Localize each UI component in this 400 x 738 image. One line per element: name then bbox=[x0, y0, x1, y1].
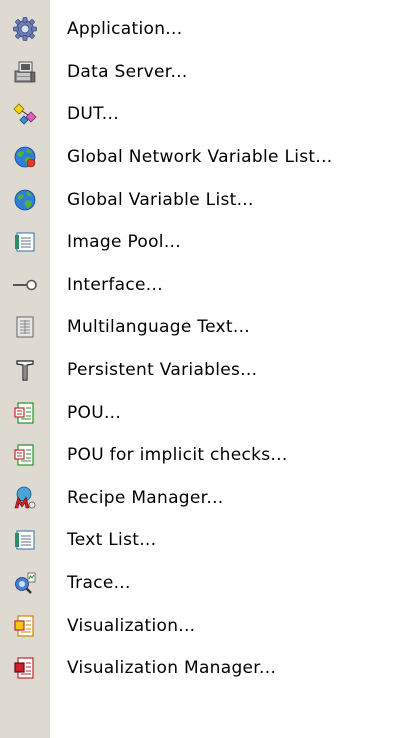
menu-item-label: Global Variable List... bbox=[67, 189, 254, 210]
text-list-icon bbox=[12, 527, 38, 553]
menu-item-label: DUT... bbox=[67, 104, 119, 125]
menu-item-label: Image Pool... bbox=[67, 232, 181, 253]
image-pool-icon bbox=[12, 229, 38, 255]
menu-item-label: Data Server... bbox=[67, 61, 188, 82]
menu-item-label: Persistent Variables... bbox=[67, 360, 258, 381]
menu-item-visualization[interactable]: Visualization... bbox=[0, 604, 400, 647]
menu-item-label: Multilanguage Text... bbox=[67, 317, 250, 338]
interface-icon bbox=[12, 272, 38, 298]
menu-item-visualization-manager[interactable]: Visualization Manager... bbox=[0, 647, 400, 690]
pou-icon bbox=[12, 400, 38, 426]
menu-item-label: POU... bbox=[67, 402, 122, 423]
menu-item-label: Recipe Manager... bbox=[67, 487, 224, 508]
menu-item-interface[interactable]: Interface... bbox=[0, 264, 400, 307]
menu-item-label: Text List... bbox=[67, 530, 157, 551]
menu-item-label: Interface... bbox=[67, 274, 163, 295]
data-server-icon bbox=[12, 59, 38, 85]
globe-network-icon bbox=[12, 144, 38, 170]
menu-item-label: Global Network Variable List... bbox=[67, 147, 333, 168]
gear-icon bbox=[12, 16, 38, 42]
menu-item-label: Visualization... bbox=[67, 615, 196, 636]
menu-item-image-pool[interactable]: Image Pool... bbox=[0, 221, 400, 264]
menu-item-multilanguage-text[interactable]: Multilanguage Text... bbox=[0, 306, 400, 349]
menu-item-trace[interactable]: Trace... bbox=[0, 562, 400, 605]
menu-item-label: Trace... bbox=[67, 573, 131, 594]
persistent-variables-icon bbox=[12, 357, 38, 383]
menu-item-persistent-variables[interactable]: Persistent Variables... bbox=[0, 349, 400, 392]
menu-item-pou-for-implicit-checks[interactable]: POU for implicit checks... bbox=[0, 434, 400, 477]
menu-items: Application... Data Server... DUT... Glo… bbox=[0, 8, 400, 690]
visualization-icon bbox=[12, 613, 38, 639]
menu-item-pou[interactable]: POU... bbox=[0, 391, 400, 434]
trace-icon bbox=[12, 570, 38, 596]
menu-item-dut[interactable]: DUT... bbox=[0, 93, 400, 136]
menu-item-global-network-variable-list[interactable]: Global Network Variable List... bbox=[0, 136, 400, 179]
multilanguage-text-icon bbox=[12, 314, 38, 340]
menu-item-global-variable-list[interactable]: Global Variable List... bbox=[0, 178, 400, 221]
globe-icon bbox=[12, 187, 38, 213]
pou-checks-icon bbox=[12, 442, 38, 468]
menu-item-label: POU for implicit checks... bbox=[67, 445, 288, 466]
menu-item-data-server[interactable]: Data Server... bbox=[0, 51, 400, 94]
menu-item-label: Visualization Manager... bbox=[67, 658, 277, 679]
menu-item-recipe-manager[interactable]: Recipe Manager... bbox=[0, 477, 400, 520]
menu-item-application[interactable]: Application... bbox=[0, 8, 400, 51]
menu-item-text-list[interactable]: Text List... bbox=[0, 519, 400, 562]
visualization-manager-icon bbox=[12, 655, 38, 681]
menu-item-label: Application... bbox=[67, 19, 183, 40]
context-menu: Application... Data Server... DUT... Glo… bbox=[0, 0, 400, 738]
recipe-manager-icon bbox=[12, 485, 38, 511]
dut-icon bbox=[12, 101, 38, 127]
